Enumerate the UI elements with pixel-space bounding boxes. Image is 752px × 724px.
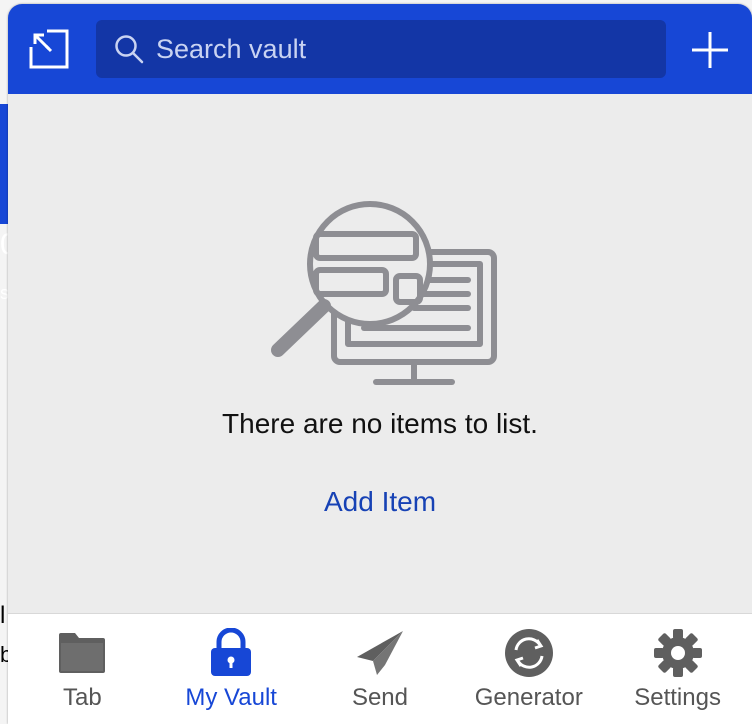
bottom-tab-bar: Tab My Vault Send Generator Settings (8, 613, 752, 724)
tab-label: Settings (634, 684, 721, 711)
gear-icon (653, 628, 703, 678)
tab-label: Tab (63, 684, 102, 711)
folder-icon (57, 628, 107, 678)
refresh-icon (504, 628, 554, 678)
vault-content: There are no items to list. Add Item (8, 94, 752, 614)
popout-icon (29, 29, 69, 69)
popout-button[interactable] (22, 22, 76, 76)
plus-icon (692, 32, 728, 68)
tab-my-vault[interactable]: My Vault (157, 614, 306, 724)
lock-icon (209, 628, 253, 678)
tab-generator[interactable]: Generator (454, 614, 603, 724)
background-text: l (0, 602, 6, 629)
background-blue-panel: 0 s (0, 104, 17, 302)
search-box[interactable] (96, 19, 666, 79)
tab-label: My Vault (185, 684, 277, 711)
tab-label: Generator (474, 684, 583, 711)
vault-popup: There are no items to list. Add Item Tab (8, 4, 752, 724)
no-items-illustration-icon (271, 201, 497, 385)
tab-send[interactable]: Send (306, 614, 455, 724)
tab-settings[interactable]: Settings (603, 614, 752, 724)
add-item-link[interactable]: Add Item (8, 486, 752, 518)
add-button[interactable] (682, 22, 738, 78)
search-input[interactable] (148, 19, 666, 79)
tab-tab[interactable]: Tab (8, 614, 157, 724)
paper-plane-icon (355, 628, 405, 678)
tab-label: Send (351, 684, 409, 711)
search-icon (114, 32, 148, 66)
empty-state-message: There are no items to list. (222, 408, 538, 439)
header-bar (8, 4, 752, 94)
